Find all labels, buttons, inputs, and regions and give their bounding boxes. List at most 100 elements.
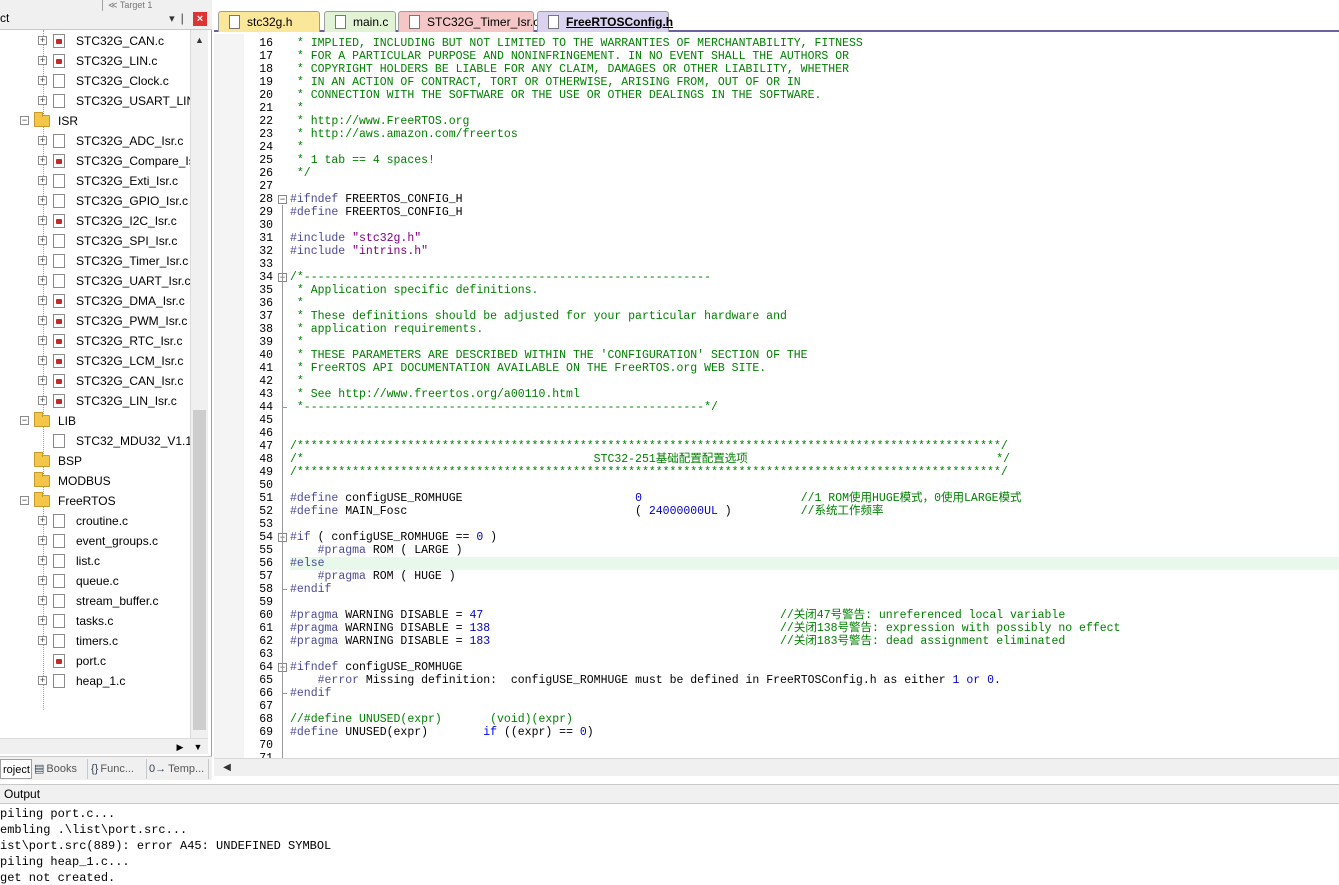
editor-tab-main-c[interactable]: main.c [324,11,396,32]
panel-pin-icon[interactable]: ▾ ❘ [166,12,190,26]
tree-expand-icon[interactable]: + [38,216,47,225]
tree-file[interactable]: + STC32G_Clock.c [0,71,190,91]
tree-file[interactable]: + STC32G_I2C_Isr.c [0,211,190,231]
tree-file[interactable]: + STC32G_ADC_Isr.c [0,131,190,151]
tree-file[interactable]: + list.c [0,551,190,571]
tree-expand-icon[interactable]: + [38,96,47,105]
tree-file[interactable]: + STC32G_LIN.c [0,51,190,71]
tree-folder[interactable]: − LIB [0,411,190,431]
tree-expand-icon[interactable]: + [38,596,47,605]
tree-expand-icon[interactable]: + [38,196,47,205]
code-line[interactable]: * [290,297,304,310]
panel-tab-temp[interactable]: 0→ Temp... [147,759,209,779]
editor-margin[interactable] [214,34,244,758]
tree-expand-icon[interactable]: + [38,556,47,565]
code-line[interactable]: * [290,102,304,115]
tree-file[interactable]: STC32_MDU32_V1.1.LI [0,431,190,451]
tree-file[interactable]: port.c [0,651,190,671]
fold-margin[interactable]: −−−− [276,34,290,758]
tree-expand-icon[interactable]: + [38,236,47,245]
code-line[interactable]: * FreeRTOS API DOCUMENTATION AVAILABLE O… [290,362,766,375]
code-line[interactable]: * Application specific definitions. [290,284,539,297]
tree-expand-icon[interactable]: + [38,136,47,145]
code-line[interactable]: #error Missing definition: configUSE_ROM… [290,674,1001,687]
code-line[interactable]: * IN AN ACTION OF CONTRACT, TORT OR OTHE… [290,76,801,89]
code-line[interactable]: * http://aws.amazon.com/freertos [290,128,518,141]
code-line[interactable]: * FOR A PARTICULAR PURPOSE AND NONINFRIN… [290,50,849,63]
code-line[interactable]: #if ( configUSE_ROMHUGE == 0 ) [290,531,497,544]
tree-expand-icon[interactable]: + [38,676,47,685]
tree-expand-icon[interactable]: + [38,396,47,405]
code-line[interactable]: #define MAIN_Fosc ( 24000000UL ) //系统工作频… [290,505,884,518]
tree-expand-icon[interactable]: + [38,636,47,645]
tree-file[interactable]: + stream_buffer.c [0,591,190,611]
tree-expand-icon[interactable]: + [38,296,47,305]
code-line[interactable]: * These definitions should be adjusted f… [290,310,787,323]
code-line[interactable]: *---------------------------------------… [290,401,718,414]
code-line[interactable]: #include "stc32g.h" [290,232,421,245]
tree-expand-icon[interactable]: + [38,356,47,365]
tree-file[interactable]: + STC32G_DMA_Isr.c [0,291,190,311]
tree-file[interactable]: + STC32G_Compare_Isr. [0,151,190,171]
tree-file[interactable]: + STC32G_RTC_Isr.c [0,331,190,351]
code-line[interactable]: /***************************************… [290,440,1008,453]
panel-tab-func[interactable]: {} Func... [89,759,147,779]
tree-expand-icon[interactable]: + [38,276,47,285]
tree-file[interactable]: + event_groups.c [0,531,190,551]
code-line[interactable]: /*--------------------------------------… [290,271,711,284]
code-line[interactable]: #include "intrins.h" [290,245,428,258]
code-line[interactable]: * http://www.FreeRTOS.org [290,115,470,128]
code-line[interactable]: #endif [290,687,331,700]
code-line[interactable]: #ifndef FREERTOS_CONFIG_H [290,193,463,206]
tree-expand-icon[interactable]: + [38,336,47,345]
tree-expand-icon[interactable]: + [38,176,47,185]
tree-expand-icon[interactable]: + [38,56,47,65]
tree-folder[interactable]: MODBUS [0,471,190,491]
tree-expand-icon[interactable]: + [38,156,47,165]
tree-file[interactable]: + croutine.c [0,511,190,531]
code-line[interactable]: * IMPLIED, INCLUDING BUT NOT LIMITED TO … [290,37,863,50]
code-line[interactable]: #pragma WARNING DISABLE = 47 //关闭47号警告: … [290,609,1065,622]
editor-tab-stc32g-timer-isr-c[interactable]: STC32G_Timer_Isr.c [398,11,539,32]
code-line[interactable]: * application requirements. [290,323,483,336]
tree-expand-icon[interactable]: − [20,416,29,425]
scroll-up-arrow-icon[interactable]: ▲ [191,32,208,49]
tree-file[interactable]: + STC32G_LIN_Isr.c [0,391,190,411]
code-line[interactable]: /***************************************… [290,466,1008,479]
tree-file[interactable]: + queue.c [0,571,190,591]
current-code-line[interactable]: #else [290,557,1339,570]
scroll-right-arrow-icon[interactable]: ▶ [172,739,188,755]
tree-file[interactable]: + STC32G_SPI_Isr.c [0,231,190,251]
scroll-left-arrow-icon[interactable]: ◀ [220,761,234,775]
code-line[interactable]: #define UNUSED(expr) if ((expr) == 0) [290,726,594,739]
tree-file[interactable]: + STC32G_Timer_Isr.c [0,251,190,271]
code-line[interactable]: #define configUSE_ROMHUGE 0 //1 ROM使用HUG… [290,492,1022,505]
tree-file[interactable]: + timers.c [0,631,190,651]
scroll-thumb[interactable] [193,410,206,730]
code-line[interactable]: * COPYRIGHT HOLDERS BE LIABLE FOR ANY CL… [290,63,849,76]
code-line[interactable]: #pragma ROM ( LARGE ) [290,544,463,557]
panel-tab-books[interactable]: ▤ Books [32,759,88,779]
code-line[interactable]: * See http://www.freertos.org/a00110.htm… [290,388,580,401]
tree-file[interactable]: + tasks.c [0,611,190,631]
tree-expand-icon[interactable]: + [38,516,47,525]
editor-tab-freertosconfig-h[interactable]: FreeRTOSConfig.h [537,11,673,32]
code-line[interactable]: */ [290,167,311,180]
tree-expand-icon[interactable]: + [38,76,47,85]
tree-file[interactable]: + heap_1.c [0,671,190,691]
project-tree-vertical-scrollbar[interactable]: ▲ [190,30,208,738]
tree-file[interactable]: + STC32G_UART_Isr.c [0,271,190,291]
code-line[interactable]: * [290,141,304,154]
panel-close-icon[interactable]: × [193,12,207,26]
code-line[interactable]: #ifndef configUSE_ROMHUGE [290,661,463,674]
tree-expand-icon[interactable]: + [38,256,47,265]
tree-folder[interactable]: − ISR [0,111,190,131]
tree-file[interactable]: + STC32G_USART_LIN.c [0,91,190,111]
code-line[interactable]: * [290,336,304,349]
code-line[interactable]: * [290,375,304,388]
code-line[interactable]: #define FREERTOS_CONFIG_H [290,206,463,219]
code-line[interactable]: /* STC32-251基础配置配置选项 */ [290,453,1010,466]
panel-tab-roject[interactable]: roject [0,759,32,779]
code-line[interactable]: * THESE PARAMETERS ARE DESCRIBED WITHIN … [290,349,808,362]
code-line[interactable]: #pragma WARNING DISABLE = 183 //关闭183号警告… [290,635,1065,648]
